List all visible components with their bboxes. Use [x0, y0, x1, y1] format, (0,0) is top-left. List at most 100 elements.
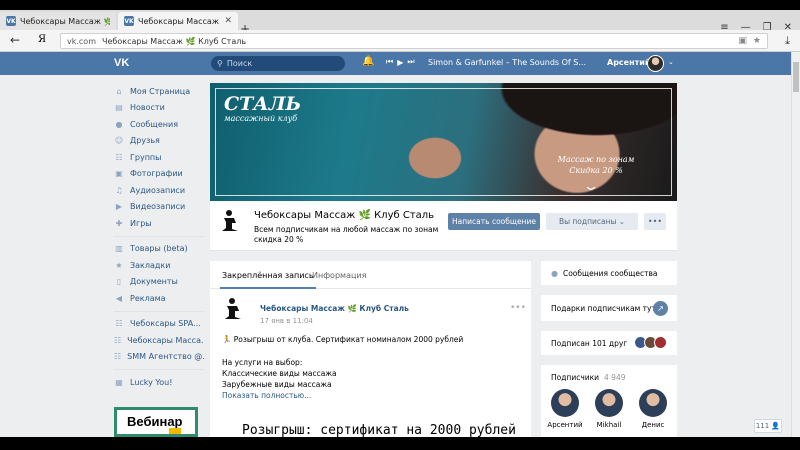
subscribed-button[interactable]: Вы подписаны ⌄ — [546, 213, 638, 230]
subscribers-box: Подписчики 4 949 Арсентий Mikhail Денис — [541, 365, 677, 437]
post-date[interactable]: 17 янв в 11:04 — [260, 317, 313, 325]
yandex-logo-icon[interactable]: Я — [38, 34, 46, 45]
vk-header: VK ⚲ Поиск 🔔 ⏮ ▶ ⏭ Simon & Garfunkel – T… — [0, 52, 791, 75]
online-friends-badge[interactable]: 111 👤 — [754, 419, 782, 433]
left-navigation: ⌂ Моя Страница ▤ Новости ● Сообщения ☺ Друзь… — [114, 83, 204, 391]
sidebar-item-label: Закладки — [130, 260, 171, 270]
user-avatar[interactable] — [647, 55, 664, 72]
letterbox-top — [0, 0, 800, 10]
browser-tab-2[interactable]: VK Чебоксары Массаж 🌿 Кл ✕ — [118, 12, 238, 30]
sidebar-item-news[interactable]: ▤ Новости — [114, 100, 204, 117]
games-icon: ✚ — [115, 218, 123, 228]
cover-promo-line1: Массаж по зонам — [557, 155, 635, 164]
post-author-avatar[interactable] — [222, 297, 244, 321]
group-cover[interactable]: СТАЛЬ массажный клуб Массаж по зонам Ски… — [210, 83, 677, 201]
subscriber-item[interactable]: Mikhail — [591, 389, 627, 429]
sidebar-item-video[interactable]: ▶ Видеозаписи — [114, 199, 204, 216]
sidebar-item-audio[interactable]: ♫ Аудиозаписи — [114, 182, 204, 199]
back-arrow-icon[interactable]: ← — [10, 33, 20, 47]
user-name[interactable]: Арсентий — [607, 58, 650, 67]
browser-tabstrip: VK Чебоксары Массаж 🌿 Клуб VK Чебоксары … — [0, 10, 800, 36]
current-track[interactable]: Simon & Garfunkel – The Sounds Of S... — [428, 58, 586, 67]
webinar-label: Вебинар — [127, 414, 183, 429]
post-line: 🏃 Розыгрыш от клуба. Сертификат номинало… — [222, 335, 464, 344]
sidebar-item-my-page[interactable]: ⌂ Моя Страница — [114, 83, 204, 100]
subscriber-name: Mikhail — [596, 421, 622, 429]
letterbox-bottom — [0, 437, 800, 450]
sidebar-item-bookmarks[interactable]: ★ Закладки — [114, 257, 204, 274]
divider — [114, 369, 204, 370]
gifts-label: Подарки подписчикам тут — [551, 304, 656, 313]
url-field[interactable]: vk.com Чебоксары Массаж 🌿 Клуб Сталь ▣ ★ — [60, 33, 768, 49]
post-author[interactable]: Чебоксары Массаж 🌿 Клуб Сталь — [260, 304, 409, 313]
chevron-down-icon: ⌄ — [581, 179, 601, 193]
play-icon[interactable]: ▶ — [397, 58, 403, 67]
audio-player-controls: ⏮ ▶ ⏭ — [386, 57, 415, 67]
vk-favicon-icon: VK — [124, 16, 134, 26]
prev-track-icon[interactable]: ⏮ — [386, 57, 393, 67]
friends-subscribed-box[interactable]: Подписан 101 друг — [541, 331, 677, 355]
tab-pinned-post[interactable]: Закреплённая запись — [220, 271, 316, 289]
sidebar-item-label: Игры — [130, 218, 152, 228]
banner-accent — [169, 428, 181, 434]
search-input[interactable]: ⚲ Поиск — [211, 56, 345, 71]
chevron-down-icon[interactable]: ⌄ — [668, 58, 674, 66]
sidebar-item-label: Lucky You! — [130, 377, 173, 387]
write-message-button[interactable]: Написать сообщение — [448, 213, 540, 230]
group-avatar[interactable] — [220, 209, 240, 233]
sidebar-item-label: SMM Агентство @... — [127, 352, 204, 362]
sidebar-item-photos[interactable]: ▣ Фотографии — [114, 166, 204, 183]
close-tab-icon[interactable]: ✕ — [224, 16, 232, 26]
subscribers-label[interactable]: Подписчики — [551, 373, 599, 382]
sidebar-item-groups[interactable]: ☷ Группы — [114, 149, 204, 166]
post-menu-icon[interactable]: ••• — [510, 303, 526, 313]
wall-feed: Закреплённая запись Информация Чебоксары… — [210, 261, 531, 437]
subscriber-item[interactable]: Денис — [635, 389, 671, 429]
sidebar-item-lucky-you[interactable]: ▦ Lucky You! — [114, 374, 204, 391]
reader-icon[interactable]: ▣ — [738, 36, 747, 46]
sidebar-item-goods[interactable]: ▥ Товары (beta) — [114, 241, 204, 258]
gifts-box[interactable]: Подарки подписчикам тут ↗ — [541, 295, 677, 321]
group-info: Чебоксары Массаж 🌿 Клуб Сталь Всем подпи… — [210, 201, 677, 251]
sidebar-item-messages[interactable]: ● Сообщения — [114, 116, 204, 133]
friends-subscribed-label: Подписан 101 друг — [551, 339, 628, 348]
tab-information[interactable]: Информация — [312, 271, 366, 280]
avatar — [551, 389, 579, 417]
sidebar-item-games[interactable]: ✚ Игры — [114, 215, 204, 232]
scrollbar-thumb[interactable] — [793, 62, 799, 92]
bell-icon[interactable]: 🔔 — [362, 56, 374, 67]
sidebar-item-group-spa[interactable]: ☷ Чебоксары SPA... — [114, 316, 204, 333]
browser-tab-1[interactable]: VK Чебоксары Массаж 🌿 Клуб — [0, 12, 116, 30]
sidebar-item-friends[interactable]: ☺ Друзья — [114, 133, 204, 150]
group-icon: ☷ — [114, 335, 122, 345]
show-more-link[interactable]: Показать полностью... — [222, 391, 311, 400]
download-icon[interactable]: ⤓ — [785, 34, 790, 48]
webinar-banner[interactable]: Вебинар — [114, 407, 198, 437]
sidebar-item-label: Моя Страница — [130, 86, 191, 96]
sidebar-item-group-massage[interactable]: ☷ Чебоксары Масса... — [114, 332, 204, 349]
sidebar-item-label: Новости — [130, 103, 165, 113]
home-icon: ⌂ — [116, 86, 122, 96]
scrollbar[interactable] — [791, 52, 800, 437]
next-track-icon[interactable]: ⏭ — [407, 57, 414, 67]
bookmark-star-icon[interactable]: ★ — [753, 36, 761, 46]
arrow-up-right-icon[interactable]: ↗ — [653, 301, 668, 316]
subscribers-list: Арсентий Mikhail Денис — [547, 389, 671, 429]
post-line: Зарубежные виды массажа — [222, 380, 332, 389]
vk-logo-icon[interactable]: VK — [114, 57, 129, 69]
wall-tabs: Закреплённая запись Информация — [210, 261, 531, 289]
subscriber-item[interactable]: Арсентий — [547, 389, 583, 429]
sidebar-item-documents[interactable]: ▯ Документы — [114, 274, 204, 291]
cover-promo-line2: Скидка 20 % — [569, 166, 623, 175]
friend-avatars — [634, 336, 667, 349]
sidebar-item-ads[interactable]: ◀ Реклама — [114, 290, 204, 307]
friends-icon: ☺ — [114, 136, 124, 146]
sidebar-item-label: Фотографии — [130, 169, 183, 179]
sidebar-item-label: Сообщения — [130, 119, 179, 129]
page-content: ⌂ Моя Страница ▤ Новости ● Сообщения ☺ Друзь… — [0, 75, 791, 437]
more-actions-button[interactable]: ••• — [644, 213, 666, 230]
sidebar-item-group-smm[interactable]: ☷ SMM Агентство @... — [114, 349, 204, 366]
community-messages-box[interactable]: ● Сообщения сообщества — [541, 261, 677, 285]
group-icon: ☷ — [114, 352, 122, 362]
group-icon: ☷ — [115, 319, 123, 329]
